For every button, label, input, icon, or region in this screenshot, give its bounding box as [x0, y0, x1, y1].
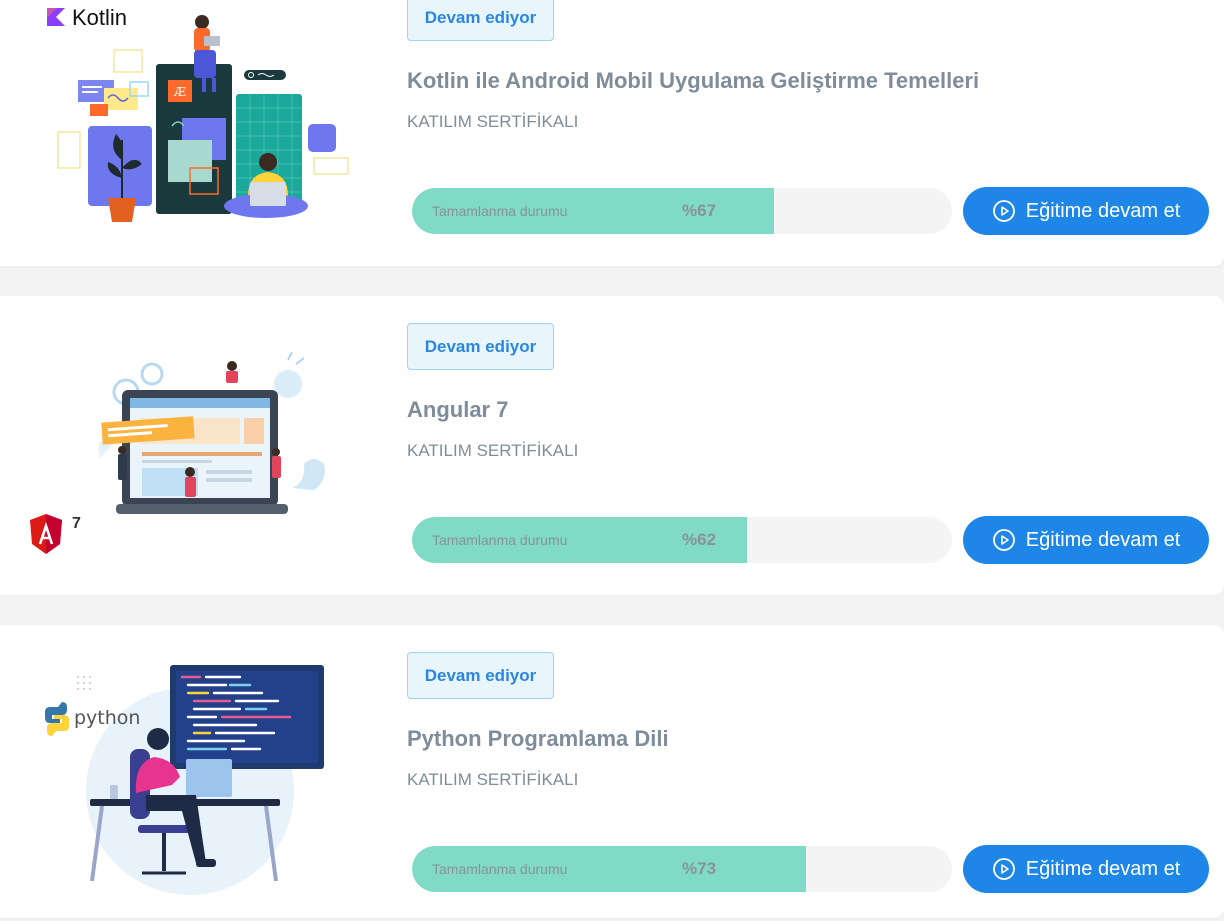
- continue-course-button[interactable]: Eğitime devam et: [963, 187, 1209, 235]
- play-circle-icon: [992, 200, 1015, 222]
- continue-course-button[interactable]: Eğitime devam et: [963, 516, 1209, 564]
- status-badge: Devam ediyor: [407, 323, 554, 370]
- play-circle-icon: [992, 529, 1015, 551]
- continue-course-button[interactable]: Eğitime devam et: [963, 845, 1209, 893]
- course-card: 7 Devam ediyor Angular 7 KATILIM SERTİFİ…: [0, 296, 1224, 595]
- kotlin-logo-icon: [47, 8, 65, 26]
- certificate-type: KATILIM SERTİFİKALI: [407, 112, 579, 131]
- play-circle-icon: [992, 858, 1015, 880]
- python-logo-icon: [45, 702, 69, 736]
- continue-course-label: Eğitime devam et: [1025, 199, 1181, 222]
- angular-logo-icon: [30, 514, 62, 554]
- certificate-type: KATILIM SERTİFİKALI: [407, 441, 579, 460]
- course-card: Kotlin Æ Devam ediyor Kotlin ile Android…: [0, 0, 1224, 266]
- course-card: python Devam ediyor Python Programlama D…: [0, 625, 1224, 918]
- progress-percent: %73: [682, 859, 717, 878]
- progress-percent: %67: [682, 201, 717, 220]
- progress-percent: %62: [682, 530, 717, 549]
- svg-text:Æ: Æ: [173, 85, 186, 99]
- progress-bar: Tamamlanma durumu %73: [412, 846, 952, 892]
- progress-bar: Tamamlanma durumu %62: [412, 517, 952, 563]
- python-logo-text: python: [74, 707, 140, 729]
- certificate-type: KATILIM SERTİFİKALI: [407, 770, 579, 789]
- course-title[interactable]: Angular 7: [407, 397, 508, 423]
- progress-label: Tamamlanma durumu: [432, 861, 568, 877]
- progress-bar: Tamamlanma durumu %67: [412, 188, 952, 234]
- kotlin-logo-text: Kotlin: [72, 5, 127, 30]
- angular-version-text: 7: [72, 515, 81, 532]
- course-title[interactable]: Python Programlama Dili: [407, 726, 669, 752]
- progress-label: Tamamlanma durumu: [432, 532, 568, 548]
- progress-label: Tamamlanma durumu: [432, 203, 568, 219]
- continue-course-label: Eğitime devam et: [1025, 528, 1181, 551]
- angular-course-illustration: 7: [30, 351, 325, 554]
- kotlin-course-illustration: Kotlin Æ: [47, 5, 349, 222]
- status-badge: Devam ediyor: [407, 652, 554, 699]
- python-course-illustration: python: [45, 665, 324, 895]
- continue-course-label: Eğitime devam et: [1025, 857, 1181, 880]
- status-badge: Devam ediyor: [407, 0, 554, 41]
- course-title[interactable]: Kotlin ile Android Mobil Uygulama Gelişt…: [407, 68, 979, 94]
